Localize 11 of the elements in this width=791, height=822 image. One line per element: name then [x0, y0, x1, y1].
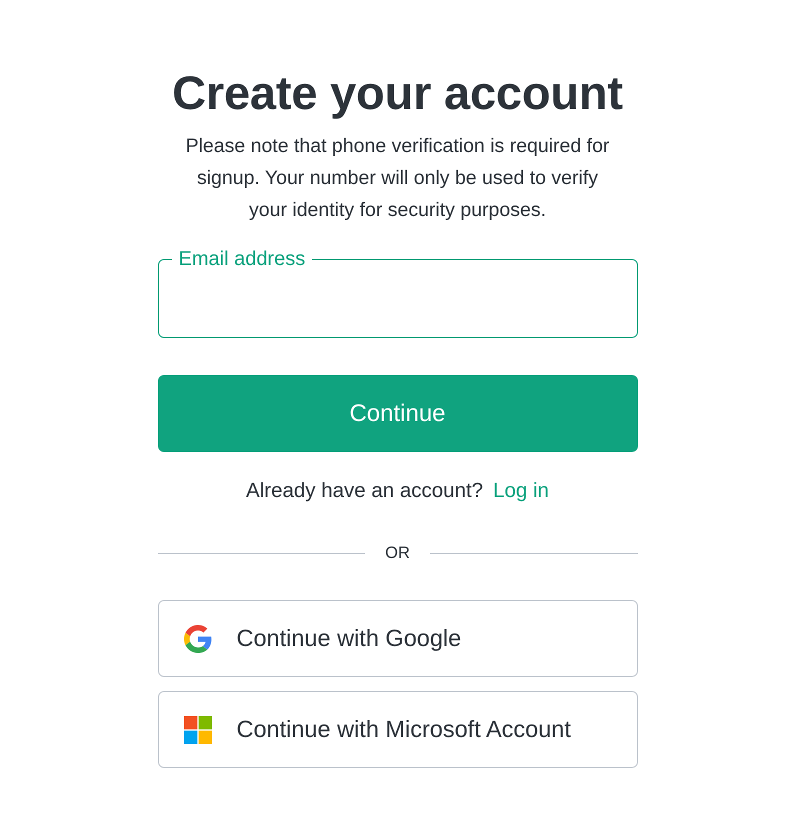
email-label: Email address — [178, 247, 306, 271]
divider-label: OR — [384, 543, 411, 564]
four-squares-icon — [184, 716, 212, 744]
microsoft-button[interactable]: Continue with Microsoft Account — [158, 691, 638, 768]
g-logo-icon — [184, 624, 212, 652]
page-title: Create your account — [171, 68, 624, 118]
signup-note: Please note that phone verification is required for signup. Your number will only be used to verify your identity for security purposes. — [184, 134, 610, 223]
login-prompt: Already have an account? — [246, 479, 484, 502]
login-link[interactable]: Log in — [493, 479, 549, 502]
continue-button[interactable]: Continue — [158, 375, 638, 452]
google-button[interactable]: Continue with Google — [158, 600, 638, 677]
